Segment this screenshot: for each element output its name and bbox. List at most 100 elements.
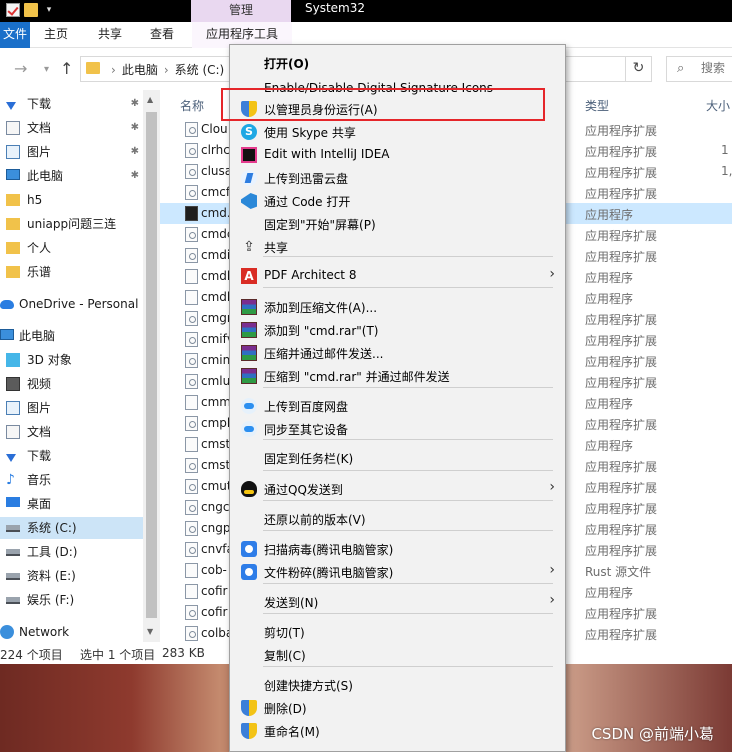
winrar-icon [241,345,257,361]
properties-icon[interactable] [6,3,20,17]
column-name-header[interactable]: 名称 [180,97,204,114]
tab-view[interactable]: 查看 [150,22,174,48]
sidebar-item[interactable]: 此电脑 [0,325,143,347]
column-size-header[interactable]: 大小 [706,97,730,114]
chevron-down-icon[interactable]: ▾ [42,3,56,17]
menu-item[interactable]: 创建快捷方式(S) [230,674,565,696]
menu-item[interactable]: 通过 Code 打开 [230,190,565,212]
file-name: cmpl [201,416,231,430]
sidebar-item[interactable]: 娱乐 (F:) [0,589,143,611]
pdf-architect-icon: A [241,268,257,284]
sidebar-item[interactable]: 个人 [0,237,143,259]
sidebar-item-label: 此电脑 [27,169,64,183]
menu-separator [263,439,553,440]
new-folder-icon[interactable] [24,3,38,17]
menu-item-label: 删除(D) [264,702,307,716]
menu-item[interactable]: 固定到"开始"屏幕(P) [230,213,565,235]
baidu-netdisk-icon [241,421,257,437]
menu-item-label: 扫描病毒(腾讯电脑管家) [264,543,394,557]
search-input[interactable] [701,61,732,75]
menu-item[interactable]: 固定到任务栏(K) [230,447,565,469]
sidebar-item[interactable]: 资料 (E:) [0,565,143,587]
scroll-up-icon[interactable]: ▲ [147,95,153,104]
sidebar-item[interactable]: 工具 (D:) [0,541,143,563]
file-type: Rust 源文件 [585,565,652,579]
network-icon [0,625,14,639]
breadcrumb-drive-c[interactable]: 系统 (C:) [175,63,225,77]
up-arrow-icon[interactable]: ↑ [60,59,73,78]
sidebar-item[interactable]: 此电脑 ✱ [0,165,143,187]
sidebar-item[interactable]: 图片 ✱ [0,141,143,163]
scroll-down-icon[interactable]: ▼ [147,627,153,636]
forward-arrow-icon[interactable]: → [14,59,27,78]
menu-item[interactable]: 添加到压缩文件(A)... [230,296,565,318]
file-type: 应用程序扩展 [585,313,658,327]
menu-item[interactable]: 上传到迅雷云盘 [230,167,565,189]
refresh-button[interactable]: ↻ [625,57,651,81]
sidebar-item[interactable]: 文档 ✱ [0,117,143,139]
sidebar-item[interactable]: uniapp问题三连 [0,213,143,235]
file-name: cmgr [201,311,232,325]
menu-item-label: 压缩并通过邮件发送... [264,347,384,361]
pc-icon [0,329,14,340]
menu-item[interactable]: 通过QQ发送到 › [230,478,565,500]
sidebar-item[interactable]: 乐谱 [0,261,143,283]
sidebar-scrollbar[interactable]: ▲ ▼ [143,90,160,642]
column-type-header[interactable]: 类型 [585,97,609,114]
menu-item[interactable]: 删除(D) [230,697,565,719]
sidebar-item[interactable]: h5 [0,189,143,211]
scrollbar-thumb[interactable] [146,112,157,618]
menu-item[interactable]: 文件粉碎(腾讯电脑管家) › [230,561,565,583]
menu-item[interactable]: 扫描病毒(腾讯电脑管家) [230,538,565,560]
submenu-chevron-icon: › [549,266,555,282]
dll-file-icon [185,122,198,137]
menu-item[interactable]: 压缩并通过邮件发送... [230,342,565,364]
menu-item-label: 固定到"开始"屏幕(P) [264,218,376,232]
breadcrumb-this-pc[interactable]: 此电脑 [122,63,158,77]
sidebar-item-label: 文档 [27,121,52,135]
menu-item[interactable]: 重命名(M) [230,720,565,742]
menu-item[interactable]: A PDF Architect 8 › [230,265,565,287]
sidebar-item[interactable]: OneDrive - Personal [0,293,143,315]
sidebar-item[interactable]: 文档 [0,421,143,443]
sidebar-item[interactable]: 下载 ✱ [0,93,143,115]
tab-share[interactable]: 共享 [98,22,122,48]
menu-item[interactable]: 复制(C) [230,644,565,666]
sidebar-item[interactable]: 视频 [0,373,143,395]
3d-objects-icon [6,353,20,367]
tab-home[interactable]: 主页 [44,22,68,48]
menu-item[interactable]: ⇪ 共享 [230,236,565,258]
menu-item[interactable]: 发送到(N) › [230,591,565,613]
menu-item-label: 打开(O) [264,57,310,71]
tab-file[interactable]: 文件 [0,22,30,48]
recent-locations-chevron-icon[interactable]: ▾ [44,64,49,75]
sidebar-item-label: 系统 (C:) [27,521,77,535]
menu-item[interactable]: S 使用 Skype 共享 [230,121,565,143]
menu-item[interactable]: 打开(O) [230,52,565,74]
sidebar-item[interactable]: 桌面 [0,493,143,515]
menu-item[interactable]: 还原以前的版本(V) [230,508,565,530]
file-name: cofir [201,584,228,598]
menu-item[interactable]: 同步至其它设备 [230,418,565,440]
cloud-icon [0,300,14,309]
menu-item[interactable]: 压缩到 "cmd.rar" 并通过邮件发送 [230,365,565,387]
sidebar-item[interactable]: 系统 (C:) [0,517,143,539]
menu-item-label: 通过QQ发送到 [264,483,343,497]
menu-item-label: 通过 Code 打开 [264,195,351,209]
context-menu: 打开(O) Enable/Disable Digital Signature Ic… [229,44,566,752]
menu-item[interactable]: 剪切(T) [230,621,565,643]
sidebar-item-label: 图片 [27,401,52,415]
sidebar-item[interactable]: 下载 [0,445,143,467]
sidebar-item[interactable]: 3D 对象 [0,349,143,371]
menu-item[interactable]: 上传到百度网盘 [230,395,565,417]
menu-item[interactable]: 添加到 "cmd.rar"(T) [230,319,565,341]
refresh-icon: ↻ [632,60,645,76]
dll-file-icon [185,479,198,494]
sidebar-item[interactable]: ♪ 音乐 [0,469,143,491]
manage-context-tab[interactable]: 管理 [191,0,291,22]
search-box[interactable]: ⌕ [666,56,732,82]
sidebar-item[interactable]: 图片 [0,397,143,419]
sidebar-item[interactable]: Network [0,621,143,643]
file-type: 应用程序扩展 [585,607,658,621]
menu-item[interactable]: Edit with IntelliJ IDEA [230,144,565,166]
